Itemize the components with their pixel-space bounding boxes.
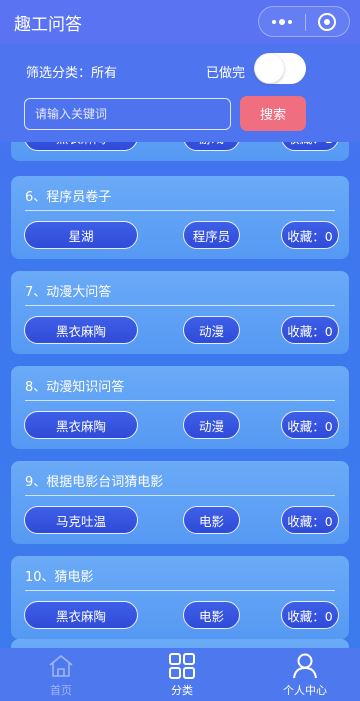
capsule-divider bbox=[305, 14, 306, 31]
favorites-pill: 收藏：1 bbox=[281, 142, 339, 151]
mini-program-capsule bbox=[258, 6, 350, 37]
author-pill: 黑衣麻陶 bbox=[24, 601, 138, 629]
page-title: 趣工问答 bbox=[14, 15, 82, 35]
done-toggle[interactable] bbox=[254, 53, 306, 84]
tab-home[interactable]: 首页 bbox=[36, 648, 86, 701]
close-mini-program-icon[interactable] bbox=[318, 13, 336, 31]
divider bbox=[25, 400, 335, 401]
question-list[interactable]: 黑衣麻陶 游戏 收藏：1 6、程序员卷子 星湖 程序员 收藏：0 7、动漫大问答… bbox=[0, 142, 360, 648]
person-icon bbox=[293, 653, 317, 679]
favorites-pill: 收藏：0 bbox=[281, 506, 339, 534]
tab-category-label: 分类 bbox=[171, 684, 193, 697]
favorites-pill: 收藏：0 bbox=[281, 316, 339, 344]
author-pill: 黑衣麻陶 bbox=[24, 411, 138, 439]
category-pill: 程序员 bbox=[183, 221, 240, 249]
favorites-pill: 收藏：0 bbox=[281, 601, 339, 629]
category-pill: 游戏 bbox=[183, 142, 240, 151]
divider bbox=[25, 495, 335, 496]
author-pill: 黑衣麻陶 bbox=[24, 316, 138, 344]
list-item[interactable]: 6、程序员卷子 星湖 程序员 收藏：0 bbox=[11, 176, 349, 259]
divider bbox=[25, 210, 335, 211]
list-item[interactable]: 10、猜电影 黑衣麻陶 电影 收藏：0 bbox=[11, 556, 349, 639]
item-title: 9、根据电影台词猜电影 bbox=[25, 475, 164, 490]
list-item[interactable]: 9、根据电影台词猜电影 马克吐温 电影 收藏：0 bbox=[11, 461, 349, 544]
done-label: 已做完 bbox=[206, 66, 246, 81]
author-pill: 黑衣麻陶 bbox=[24, 142, 138, 151]
title-bar: 趣工问答 bbox=[0, 0, 360, 44]
category-pill: 动漫 bbox=[183, 411, 240, 439]
author-pill: 马克吐温 bbox=[24, 506, 138, 534]
tab-bar: 首页 分类 个人中心 bbox=[0, 648, 360, 701]
search-box bbox=[24, 98, 231, 130]
category-pill: 电影 bbox=[183, 601, 240, 629]
favorites-pill: 收藏：0 bbox=[281, 411, 339, 439]
category-filter[interactable]: 筛选分类：所有 bbox=[26, 62, 117, 81]
more-options-icon[interactable] bbox=[267, 12, 297, 32]
item-title: 10、猜电影 bbox=[25, 570, 94, 585]
divider bbox=[25, 590, 335, 591]
grid-icon bbox=[169, 653, 195, 679]
divider bbox=[25, 305, 335, 306]
list-item[interactable]: 黑衣麻陶 游戏 收藏：1 bbox=[11, 142, 349, 161]
item-title: 6、程序员卷子 bbox=[25, 190, 112, 205]
search-input[interactable] bbox=[25, 99, 230, 129]
tab-home-label: 首页 bbox=[50, 684, 72, 697]
author-pill: 星湖 bbox=[24, 221, 138, 249]
item-title: 7、动漫大问答 bbox=[25, 285, 112, 300]
search-button[interactable]: 搜索 bbox=[240, 96, 306, 131]
toggle-knob bbox=[255, 54, 284, 83]
category-pill: 电影 bbox=[183, 506, 240, 534]
home-icon bbox=[49, 655, 73, 677]
app-screen: 趣工问答 筛选分类：所有 已做完 搜索 黑衣麻陶 游戏 收藏：1 6、程序员卷子 bbox=[0, 0, 360, 701]
list-item[interactable]: 8、动漫知识问答 黑衣麻陶 动漫 收藏：0 bbox=[11, 366, 349, 449]
tab-profile[interactable]: 个人中心 bbox=[277, 648, 333, 701]
filter-bar: 筛选分类：所有 已做完 搜索 bbox=[0, 44, 360, 142]
list-item[interactable]: 7、动漫大问答 黑衣麻陶 动漫 收藏：0 bbox=[11, 271, 349, 354]
list-item[interactable] bbox=[11, 639, 349, 648]
favorites-pill: 收藏：0 bbox=[281, 221, 339, 249]
tab-category[interactable]: 分类 bbox=[157, 648, 207, 701]
tab-profile-label: 个人中心 bbox=[283, 684, 327, 697]
category-pill: 动漫 bbox=[183, 316, 240, 344]
item-title: 8、动漫知识问答 bbox=[25, 380, 125, 395]
